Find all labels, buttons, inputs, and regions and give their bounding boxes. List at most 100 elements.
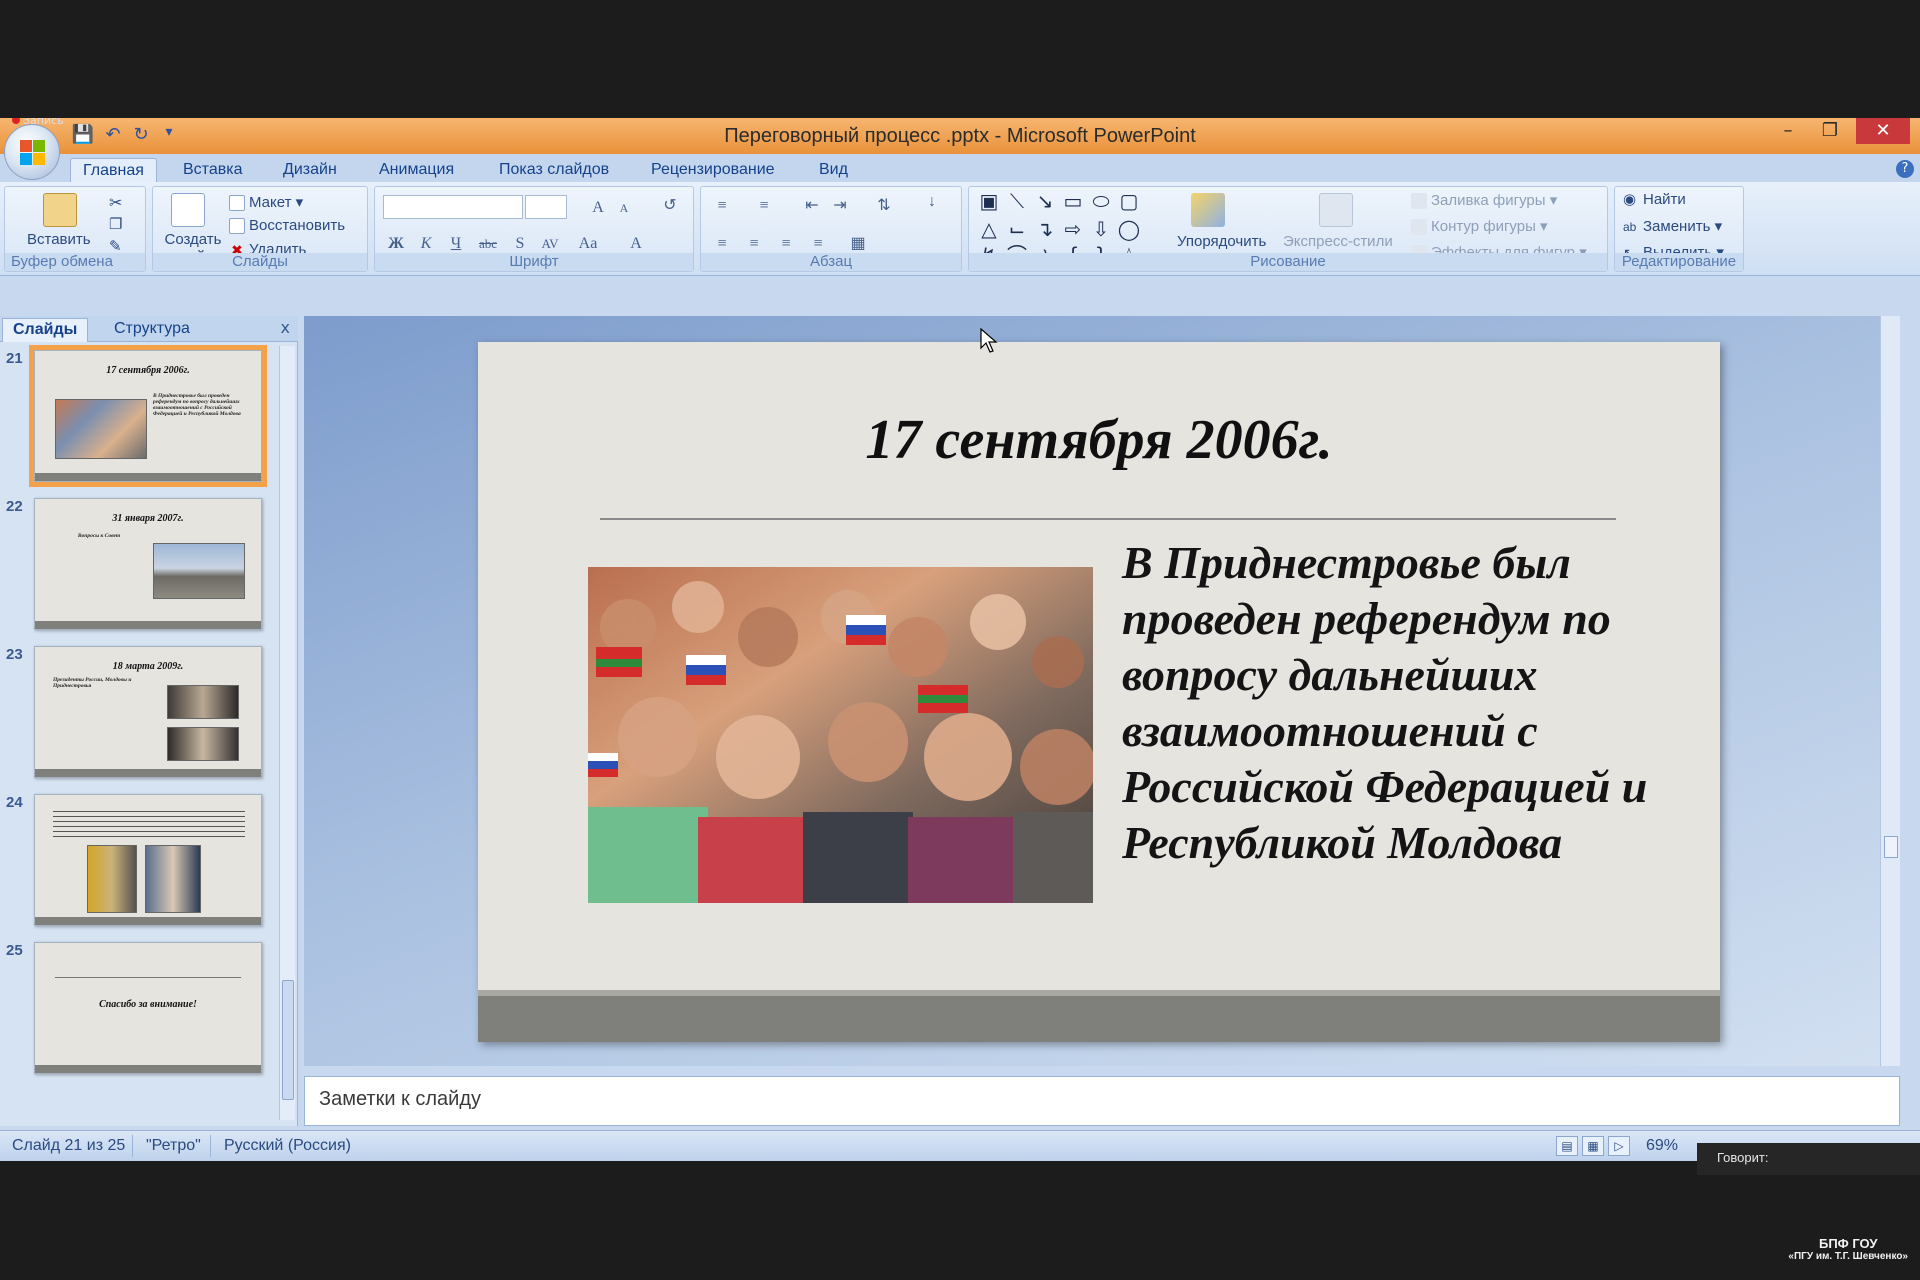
shrink-font-icon[interactable]: A (611, 197, 637, 219)
char-spacing-icon[interactable]: AV (537, 233, 563, 255)
minimize-button[interactable]: – (1768, 118, 1808, 144)
slide-crowd-photo[interactable] (588, 567, 1093, 903)
arrow-shape-icon[interactable]: ↘ (1033, 189, 1057, 213)
close-button[interactable]: ✕ (1856, 118, 1910, 144)
thumb-text: Вопросы к Совет (77, 533, 121, 539)
slideshow-view-icon[interactable]: ▷ (1608, 1136, 1630, 1156)
layout-button[interactable]: Макет ▾ (229, 193, 303, 212)
columns-icon[interactable]: ▦ (845, 233, 871, 255)
clear-format-icon[interactable]: ↺ (657, 195, 683, 217)
font-name-input[interactable] (383, 195, 523, 219)
tab-insert[interactable]: Вставка (183, 158, 242, 182)
slide-body-text[interactable]: В Приднестровье был проведен референдум … (1122, 535, 1682, 871)
bold-icon[interactable]: Ж (383, 233, 409, 255)
italic-icon[interactable]: К (413, 233, 439, 255)
redo-icon[interactable]: ↻ (128, 124, 154, 148)
tab-animation[interactable]: Анимация (379, 158, 454, 182)
notes-pane[interactable]: Заметки к слайду (304, 1076, 1900, 1126)
clipboard-label: Буфер обмена (5, 253, 145, 271)
office-button[interactable] (4, 124, 60, 180)
underline-icon[interactable]: Ч (443, 233, 469, 255)
editor-scrollbar[interactable] (1880, 316, 1900, 1066)
arrange-button[interactable]: Упорядочить (1177, 233, 1266, 250)
new-slide-icon (171, 193, 205, 227)
elbow-arrow-icon[interactable]: ↴ (1033, 217, 1057, 241)
change-case-icon[interactable]: Aa (575, 233, 601, 255)
cut-icon[interactable]: ✂ (109, 193, 122, 213)
decrease-indent-icon[interactable]: ⇤ (799, 195, 825, 217)
shape-fill-button[interactable]: Заливка фигуры ▾ (1411, 191, 1557, 210)
increase-indent-icon[interactable]: ⇥ (827, 195, 853, 217)
undo-icon[interactable]: ↶ (100, 124, 126, 148)
font-color-icon[interactable]: A (623, 233, 649, 255)
rounded-rect-shape-icon[interactable]: ▢ (1117, 189, 1141, 213)
elbow-connector-icon[interactable]: ⌙ (1005, 217, 1029, 241)
customize-qat-icon[interactable]: ▾ (156, 124, 182, 148)
rectangle-shape-icon[interactable]: ▭ (1061, 189, 1085, 213)
freeform-shape-icon[interactable]: ◯ (1117, 217, 1141, 241)
bullets-icon[interactable]: ≡ (709, 195, 735, 217)
ribbon: Вставить ✂ ❐ ✎ Буфер обмена Создать слай… (0, 182, 1920, 276)
shape-outline-button[interactable]: Контур фигуры ▾ (1411, 217, 1548, 236)
language-indicator[interactable]: Русский (Россия) (224, 1137, 351, 1155)
save-icon[interactable]: 💾 (70, 124, 96, 148)
zoom-level[interactable]: 69% (1646, 1137, 1678, 1155)
slide-thumbnail-24[interactable] (34, 794, 262, 926)
strikethrough-icon[interactable]: abc (475, 233, 501, 255)
pane-scrollbar[interactable] (279, 346, 295, 1120)
replace-button[interactable]: ab Заменить ▾ (1623, 217, 1722, 235)
slide-title[interactable]: 17 сентября 2006г. (478, 408, 1720, 472)
line-shape-icon[interactable]: ⟍ (1005, 189, 1029, 213)
editor-scroll-thumb[interactable] (1884, 836, 1898, 858)
triangle-shape-icon[interactable]: △ (977, 217, 1001, 241)
slide-thumbnail-22[interactable]: 31 января 2007г. Вопросы к Совет (34, 498, 262, 630)
sorter-view-icon[interactable]: ▦ (1582, 1136, 1604, 1156)
current-slide[interactable]: 17 сентября 2006г. В Приднестровье был п… (478, 342, 1720, 1042)
grow-font-icon[interactable]: A (585, 197, 611, 219)
copy-icon[interactable]: ❐ (109, 215, 122, 233)
tab-review[interactable]: Рецензирование (651, 158, 775, 182)
slide-thumbnail-25[interactable]: Спасибо за внимание! (34, 942, 262, 1074)
pane-close-icon[interactable]: x (281, 318, 290, 337)
help-icon[interactable]: ? (1896, 160, 1914, 178)
tab-slides[interactable]: Слайды (2, 318, 89, 342)
thumb-title: 31 января 2007г. (112, 513, 184, 524)
tab-design[interactable]: Дизайн (283, 158, 337, 182)
justify-icon[interactable]: ≡ (805, 233, 831, 255)
reset-button[interactable]: Восстановить (229, 217, 345, 235)
pane-scroll-thumb[interactable] (282, 980, 294, 1100)
align-center-icon[interactable]: ≡ (741, 233, 767, 255)
align-right-icon[interactable]: ≡ (773, 233, 799, 255)
paragraph-label: Абзац (701, 253, 961, 271)
thumb-footer (35, 1065, 261, 1073)
down-arrow-shape-icon[interactable]: ⇩ (1089, 217, 1113, 241)
align-left-icon[interactable]: ≡ (709, 233, 735, 255)
text-direction-icon[interactable]: ↓ (919, 191, 945, 213)
find-button[interactable]: ◉ Найти (1623, 191, 1686, 208)
tab-outline[interactable]: Структура (104, 318, 200, 342)
font-size-input[interactable] (525, 195, 567, 219)
slide-thumbnail-23[interactable]: 18 марта 2009г. Президенты России, Молдо… (34, 646, 262, 778)
theme-name[interactable]: "Ретро" (146, 1137, 201, 1155)
tab-slideshow[interactable]: Показ слайдов (499, 158, 609, 182)
drawing-label: Рисование (969, 253, 1607, 271)
textbox-shape-icon[interactable]: ▣ (977, 189, 1001, 213)
tab-home[interactable]: Главная (70, 158, 157, 182)
thumb-text-lines (53, 807, 245, 839)
watermark-line-1: БПФ ГОУ (1818, 1236, 1878, 1251)
thumb-rule (55, 977, 241, 978)
restore-button[interactable]: ❐ (1810, 118, 1850, 144)
paste-button[interactable]: Вставить (27, 231, 91, 248)
slide-thumbnail-21[interactable]: 17 сентября 2006г. В Приднестровье был п… (29, 345, 267, 487)
thumb-number: 23 (6, 646, 23, 663)
tab-view[interactable]: Вид (819, 158, 848, 182)
oval-shape-icon[interactable]: ⬭ (1089, 189, 1113, 213)
shadow-icon[interactable]: S (507, 233, 533, 255)
numbering-icon[interactable]: ≡ (751, 195, 777, 217)
normal-view-icon[interactable]: ▤ (1556, 1136, 1578, 1156)
layout-icon (229, 195, 245, 212)
right-arrow-shape-icon[interactable]: ⇨ (1061, 217, 1085, 241)
shape-fill-label: Заливка фигуры (1431, 192, 1546, 209)
line-spacing-icon[interactable]: ⇅ (871, 195, 897, 217)
quick-styles-button[interactable]: Экспресс-стили (1283, 233, 1393, 250)
